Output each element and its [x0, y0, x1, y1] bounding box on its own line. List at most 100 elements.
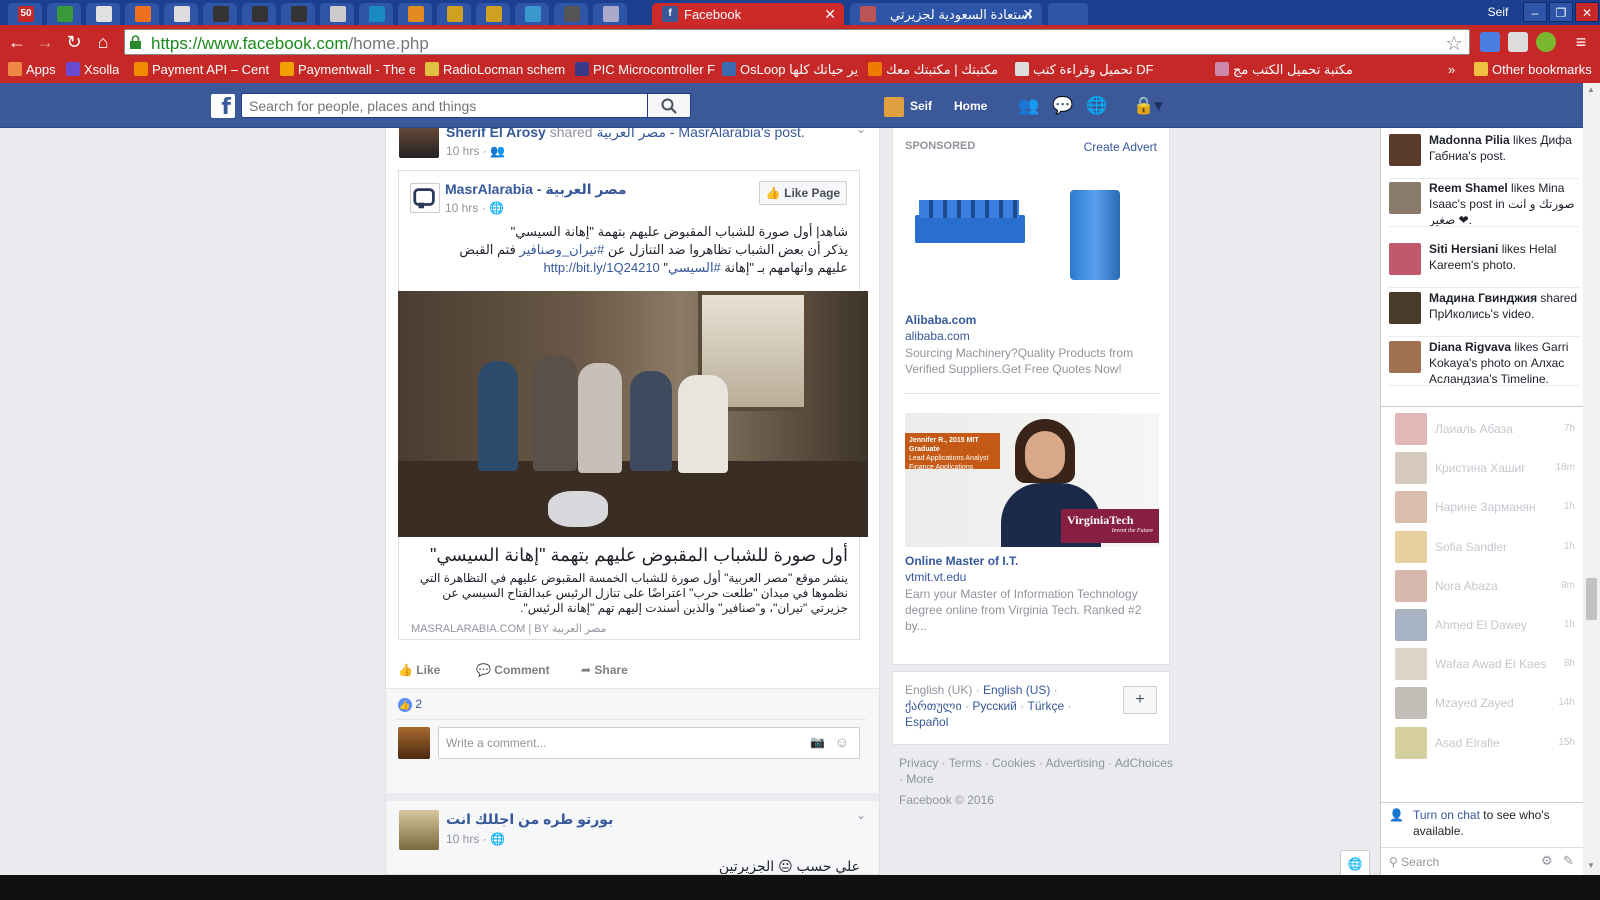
tab-pinned[interactable]	[476, 3, 510, 25]
create-advert-link[interactable]: Create Advert	[1084, 140, 1157, 154]
emoji-icon[interactable]: ☺	[835, 734, 849, 750]
page-name[interactable]: MasrAlarabia - مصر العربية	[445, 181, 627, 198]
language-link[interactable]: English (US)	[983, 683, 1050, 697]
bookmark-star-icon[interactable]: ☆	[1445, 31, 1463, 56]
footer-link[interactable]: Cookies	[992, 756, 1035, 770]
search-button[interactable]	[647, 93, 691, 118]
avatar[interactable]	[399, 128, 439, 158]
ad-title[interactable]: Online Master of I.T.	[905, 554, 1018, 568]
tab-pinned[interactable]	[281, 3, 315, 25]
extension-cube-icon[interactable]	[1508, 32, 1528, 52]
chat-contact[interactable]: Sofia Sandler 1h	[1395, 530, 1575, 563]
language-link[interactable]: ქართული	[905, 699, 962, 713]
next-post-time[interactable]: 10 hrs · 🌐	[446, 832, 505, 846]
language-link[interactable]: Español	[905, 715, 948, 729]
tab-pinned[interactable]	[554, 3, 588, 25]
close-tab-icon[interactable]: ✕	[824, 6, 836, 23]
footer-link[interactable]: Advertising	[1046, 756, 1105, 770]
ad-description[interactable]: Earn your Master of Information Technolo…	[905, 586, 1159, 634]
globe-extension-icon[interactable]	[1536, 32, 1556, 52]
chevron-down-icon[interactable]: ⌄	[856, 128, 866, 136]
chat-contact[interactable]: Mzayed Zayed 14h	[1395, 687, 1575, 720]
translate-extension-icon[interactable]	[1480, 32, 1500, 52]
messages-icon[interactable]: 💬	[1052, 97, 1073, 115]
comment-input[interactable]: Write a comment... 📷 ☺	[438, 727, 860, 759]
tab-pinned[interactable]: 50	[8, 3, 42, 25]
gear-icon[interactable]: ⚙	[1541, 853, 1553, 869]
bookmark-item[interactable]: OsLoop ير حياتك كلها	[722, 62, 858, 78]
profile-link[interactable]: Seif	[884, 95, 932, 117]
bookmark-item[interactable]: RadioLocman schem	[425, 62, 565, 77]
bookmark-item[interactable]: Paymentwall - The e	[280, 62, 415, 77]
page-link[interactable]: مصر العربية - MasrAlarabia	[596, 128, 760, 140]
restore-icon[interactable]: ❐	[1549, 2, 1573, 22]
chat-search-input[interactable]: ⚲ Search	[1389, 855, 1439, 869]
other-bookmarks[interactable]: Other bookmarks	[1474, 62, 1592, 77]
link-photo[interactable]	[398, 291, 868, 537]
profile-name[interactable]: Seif	[1478, 2, 1518, 22]
ad-title[interactable]: Alibaba.com	[905, 313, 976, 327]
chat-contact[interactable]: Кристина Хашиг 18m	[1395, 452, 1575, 485]
ad-description[interactable]: Sourcing Machinery?Quality Products from…	[905, 345, 1159, 377]
scroll-up-icon[interactable]: ▲	[1587, 85, 1595, 94]
scrollbar-thumb[interactable]	[1586, 578, 1597, 620]
footer-link[interactable]: More	[906, 772, 933, 786]
author-name[interactable]: Sherif El Arosy	[446, 128, 546, 140]
new-tab-button[interactable]	[1048, 3, 1088, 25]
close-window-icon[interactable]: ✕	[1575, 2, 1599, 22]
minimize-icon[interactable]: –	[1523, 2, 1547, 22]
tab-pinned[interactable]	[86, 3, 120, 25]
notifications-globe-icon[interactable]: 🌐	[1086, 97, 1107, 115]
friend-requests-icon[interactable]: 👥	[1018, 97, 1039, 115]
chat-contact[interactable]: Лаиаль Абаза 7h	[1395, 413, 1575, 445]
avatar[interactable]	[399, 810, 439, 850]
author-name[interactable]: بورتو طره من اجللك انت	[446, 811, 613, 828]
reload-icon[interactable]: ↻	[63, 31, 85, 53]
footer-link[interactable]: Terms	[949, 756, 982, 770]
bookmark-item[interactable]: Apps	[8, 62, 56, 77]
camera-icon[interactable]: 📷	[810, 735, 825, 749]
link-title[interactable]: أول صورة للشباب المقبوض عليهم بتهمة "إها…	[411, 545, 848, 566]
tab-pinned[interactable]	[359, 3, 393, 25]
likes-summary[interactable]: 👍 2	[398, 697, 422, 712]
language-link[interactable]: Русский	[972, 699, 1017, 713]
bookmark-item[interactable]: PIC Microcontroller F	[575, 62, 715, 77]
scroll-down-icon[interactable]: ▼	[1587, 861, 1595, 870]
bookmarks-overflow-icon[interactable]: »	[1448, 62, 1455, 77]
tab-pinned[interactable]	[242, 3, 276, 25]
forward-icon[interactable]: →	[34, 31, 56, 53]
masralarabia-logo-icon[interactable]	[410, 183, 440, 213]
new-message-icon[interactable]: ✎	[1563, 853, 1574, 869]
hashtag-link[interactable]: #السيسي	[668, 260, 721, 275]
tab-pinned[interactable]	[203, 3, 237, 25]
chat-contact[interactable]: Нарине Зарманян 1h	[1395, 491, 1575, 524]
comment-action[interactable]: 💬 Comment	[476, 663, 550, 677]
ad-domain[interactable]: alibaba.com	[905, 329, 970, 343]
share-action[interactable]: ➦ Share	[581, 663, 628, 677]
footer-link[interactable]: Privacy	[899, 756, 938, 770]
close-tab-icon[interactable]: ✕	[1022, 6, 1034, 23]
ad1-image[interactable]	[905, 170, 1159, 295]
tab-pinned[interactable]	[437, 3, 471, 25]
tab-pinned[interactable]	[593, 3, 627, 25]
tab-pinned[interactable]	[125, 3, 159, 25]
turn-on-chat-link[interactable]: Turn on chat	[1413, 808, 1480, 822]
tab-pinned[interactable]	[164, 3, 198, 25]
settings-dropdown-icon[interactable]: 🔒▾	[1130, 97, 1166, 115]
like-action[interactable]: 👍 Like	[398, 663, 440, 677]
chat-contact[interactable]: Nora Abaza 9m	[1395, 569, 1575, 602]
tab-facebook[interactable]: f Facebook ✕	[652, 3, 844, 25]
ad-domain[interactable]: vtmit.vt.edu	[905, 570, 966, 584]
home-link[interactable]: Home	[954, 95, 987, 117]
like-page-button[interactable]: 👍 Like Page	[759, 181, 847, 205]
tab-pinned[interactable]	[320, 3, 354, 25]
menu-icon[interactable]: ≡	[1570, 31, 1592, 53]
bookmark-item[interactable]: مكتبة تحميل الكتب مج	[1215, 62, 1353, 78]
avatar[interactable]	[398, 727, 430, 759]
chevron-down-icon[interactable]: ⌄	[856, 808, 866, 822]
story-time[interactable]: 10 hrs · 👥	[446, 144, 505, 158]
tab-article[interactable]: استعادة السعودية لجزيرتي ✕	[850, 3, 1042, 25]
bookmark-item[interactable]: Payment API – Centi	[134, 62, 269, 77]
address-bar[interactable]: https://www.facebook.com/home.php ☆	[124, 29, 1470, 55]
facebook-logo-icon[interactable]: f	[211, 94, 235, 120]
